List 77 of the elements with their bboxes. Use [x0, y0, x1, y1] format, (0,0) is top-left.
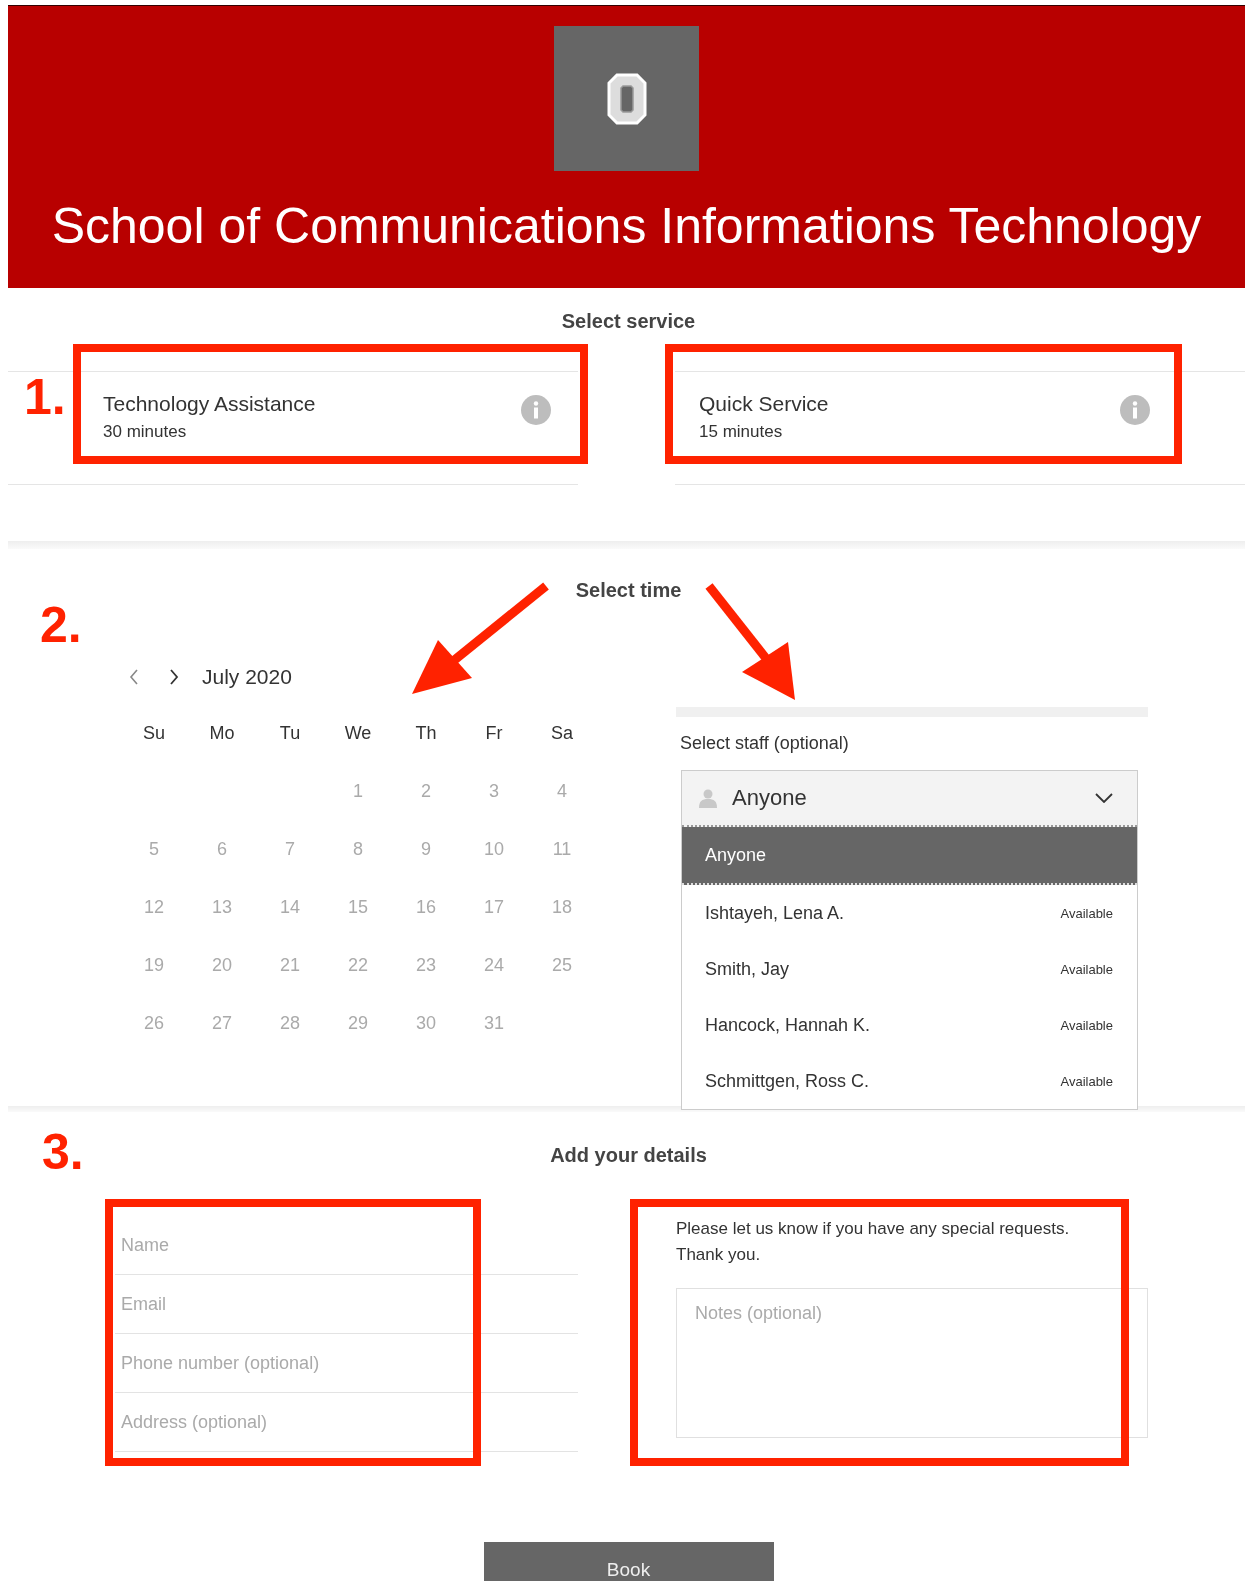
- info-icon[interactable]: [521, 395, 551, 425]
- weekday-label: Tu: [278, 723, 302, 745]
- step-number: 2.: [40, 600, 82, 650]
- calendar-day[interactable]: 30: [416, 1013, 436, 1071]
- calendar-day[interactable]: 10: [484, 839, 504, 897]
- staff-dropdown[interactable]: Anyone: [682, 771, 1137, 827]
- calendar-day[interactable]: 15: [348, 897, 368, 955]
- calendar-day[interactable]: 16: [416, 897, 436, 955]
- staff-name: Schmittgen, Ross C.: [705, 1070, 870, 1092]
- weekday-label: Su: [142, 723, 166, 745]
- weekday-label: We: [343, 723, 373, 745]
- service-option[interactable]: Quick Service 15 minutes: [675, 371, 1245, 485]
- calendar-day[interactable]: 11: [552, 839, 572, 897]
- section-heading: Select time: [575, 579, 682, 602]
- staff-name: Smith, Jay: [705, 958, 790, 980]
- calendar-day[interactable]: 12: [144, 897, 164, 955]
- weekday-label: Fr: [484, 723, 504, 745]
- info-icon[interactable]: [1120, 395, 1150, 425]
- logo-icon: [606, 72, 647, 125]
- input-field[interactable]: Name: [115, 1216, 578, 1275]
- field-label: Select staff (optional): [680, 733, 850, 754]
- calendar-day[interactable]: 13: [212, 897, 232, 955]
- availability-label: Available: [1060, 1017, 1113, 1033]
- notes-field[interactable]: Notes (optional): [676, 1288, 1148, 1438]
- calendar-day[interactable]: 22: [348, 955, 368, 1013]
- calendar-day[interactable]: 18: [552, 897, 572, 955]
- calendar-day[interactable]: 19: [144, 955, 164, 1013]
- service-name: Quick Service: [699, 392, 829, 416]
- page-title: School of Communications Informations Technology: [51, 197, 1202, 255]
- chevron-down-icon: [1095, 793, 1113, 803]
- calendar-day[interactable]: 26: [144, 1013, 164, 1071]
- staff-option[interactable]: Anyone: [682, 827, 1137, 885]
- weekday-label: Th: [414, 723, 438, 745]
- chevron-left-icon[interactable]: [128, 668, 140, 686]
- calendar-day[interactable]: 3: [489, 781, 499, 839]
- calendar-day[interactable]: 6: [217, 839, 227, 897]
- staff-name: Ishtayeh, Lena A.: [705, 902, 845, 924]
- calendar-day[interactable]: 1: [353, 781, 363, 839]
- input-field[interactable]: Address (optional): [115, 1393, 578, 1452]
- calendar-month: July 2020: [202, 665, 292, 689]
- section-heading: Add your details: [550, 1144, 707, 1167]
- calendar-day[interactable]: 5: [149, 839, 159, 897]
- staff-name: Hancock, Hannah K.: [705, 1014, 871, 1036]
- calendar-day[interactable]: 20: [212, 955, 232, 1013]
- calendar-day[interactable]: 7: [285, 839, 295, 897]
- calendar-day[interactable]: 17: [484, 897, 504, 955]
- calendar-day[interactable]: 8: [353, 839, 363, 897]
- step-number: 1.: [24, 372, 66, 422]
- input-field[interactable]: Phone number (optional): [115, 1334, 578, 1393]
- calendar-day[interactable]: 24: [484, 955, 504, 1013]
- person-icon: [698, 788, 718, 808]
- calendar-day[interactable]: 2: [421, 781, 431, 839]
- weekday-label: Mo: [208, 723, 236, 745]
- section-heading: Select service: [561, 310, 696, 333]
- calendar-day[interactable]: 9: [421, 839, 431, 897]
- book-button[interactable]: Book: [483, 1542, 774, 1581]
- service-duration: 15 minutes: [699, 422, 784, 442]
- calendar-day[interactable]: 28: [280, 1013, 300, 1071]
- chevron-right-icon[interactable]: [168, 668, 180, 686]
- notes-instructions: Please let us know if you have any special requests. Thank you.: [676, 1218, 1071, 1266]
- calendar-day[interactable]: 23: [416, 955, 436, 1013]
- service-duration: 30 minutes: [103, 422, 188, 442]
- calendar-day[interactable]: 29: [348, 1013, 368, 1071]
- availability-label: Available: [1060, 961, 1113, 977]
- weekday-label: Sa: [550, 723, 574, 745]
- input-field[interactable]: Email: [115, 1275, 578, 1334]
- availability-label: Available: [1060, 905, 1113, 921]
- step-number: 3.: [42, 1127, 84, 1177]
- calendar-day[interactable]: 25: [552, 955, 572, 1013]
- calendar-day[interactable]: 27: [212, 1013, 232, 1071]
- calendar-day[interactable]: 14: [280, 897, 300, 955]
- staff-name: Anyone: [705, 844, 767, 866]
- availability-label: Available: [1060, 1073, 1113, 1089]
- calendar-day[interactable]: 21: [280, 955, 300, 1013]
- calendar-day[interactable]: 4: [557, 781, 567, 839]
- calendar-day[interactable]: 31: [484, 1013, 504, 1071]
- service-name: Technology Assistance: [103, 392, 316, 416]
